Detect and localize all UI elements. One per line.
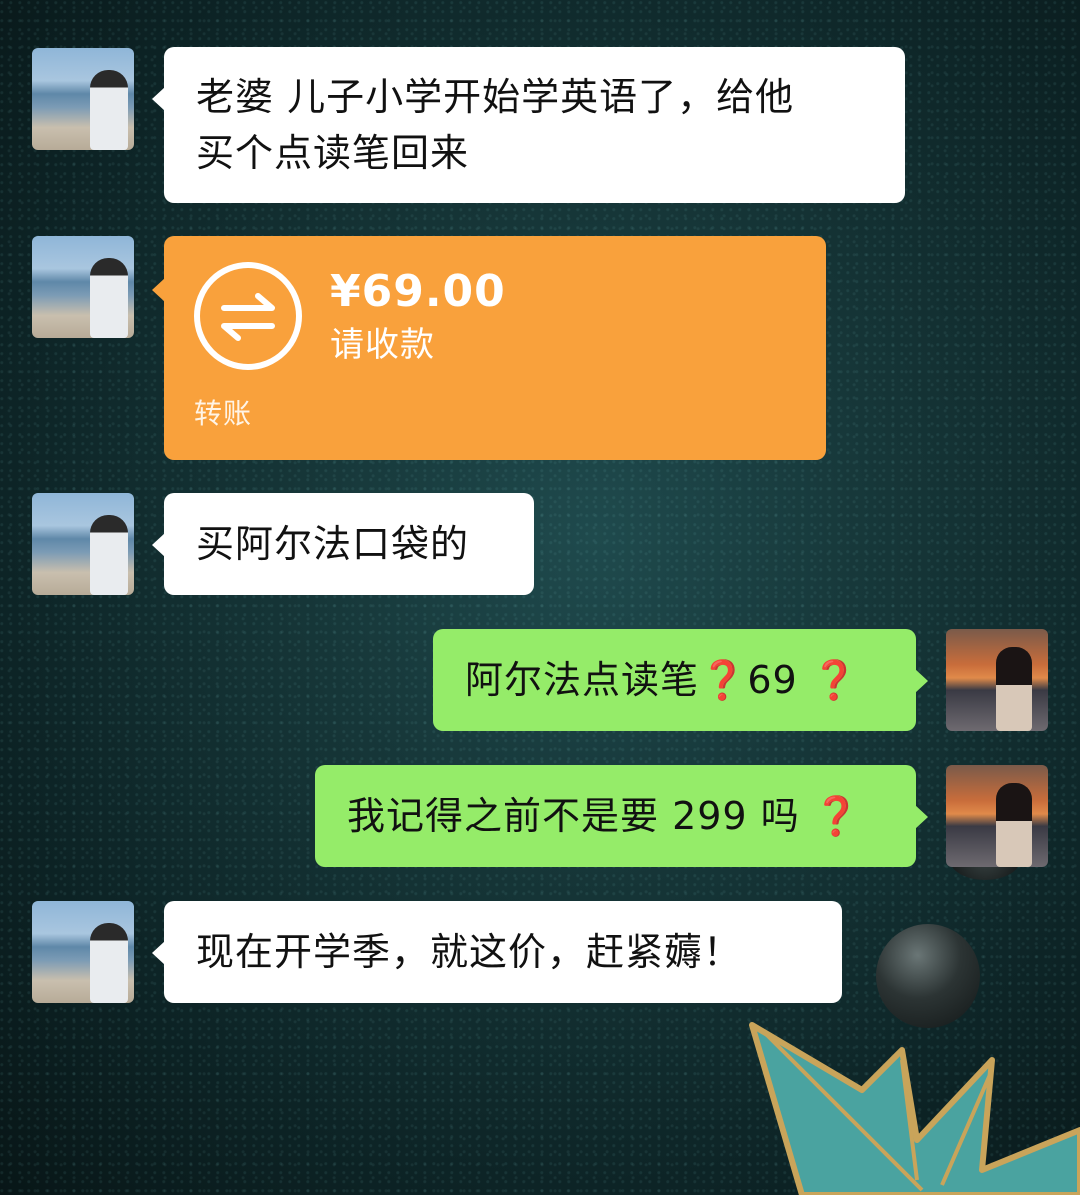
contact-avatar[interactable] [32, 493, 134, 595]
transfer-label: 转账 [194, 397, 253, 430]
message-text: 老婆 儿子小学开始学英语了，给他 [196, 75, 795, 119]
message-text: 买阿尔法口袋的 [196, 522, 470, 566]
contact-avatar[interactable] [32, 901, 134, 1003]
message-text: 我记得之前不是要 299 吗 [347, 794, 800, 838]
transfer-arrows-icon [194, 262, 302, 370]
message-text: 69 [747, 658, 798, 702]
transfer-amount: ¥69.00 [330, 266, 506, 317]
message-text: 买个点读笔回来 [196, 131, 470, 175]
question-mark-emoji: ❓ [699, 658, 748, 702]
my-avatar[interactable] [946, 629, 1048, 731]
message-bubble[interactable]: 买阿尔法口袋的 [152, 493, 534, 595]
decorative-leaf-icon [749, 1022, 1080, 1195]
transfer-status: 请收款 [330, 325, 435, 365]
contact-avatar[interactable] [32, 48, 134, 150]
message-bubble[interactable]: 老婆 儿子小学开始学英语了，给他 买个点读笔回来 [152, 47, 905, 203]
message-bubble[interactable]: 现在开学季，就这价，赶紧薅！ [152, 901, 842, 1003]
message-text: 现在开学季，就这价，赶紧薅！ [196, 930, 743, 974]
decorative-dark-sphere [876, 924, 980, 1028]
message-text: 阿尔法点读笔 [465, 658, 700, 702]
question-mark-emoji: ❓ [812, 794, 862, 838]
contact-avatar[interactable] [32, 236, 134, 338]
my-avatar[interactable] [946, 765, 1048, 867]
question-mark-emoji: ❓ [810, 658, 860, 702]
message-bubble[interactable]: 阿尔法点读笔❓69 ❓ [433, 629, 928, 731]
message-bubble[interactable]: 我记得之前不是要 299 吗 ❓ [315, 765, 928, 867]
transfer-card[interactable]: ¥69.00 请收款 转账 [152, 236, 826, 460]
